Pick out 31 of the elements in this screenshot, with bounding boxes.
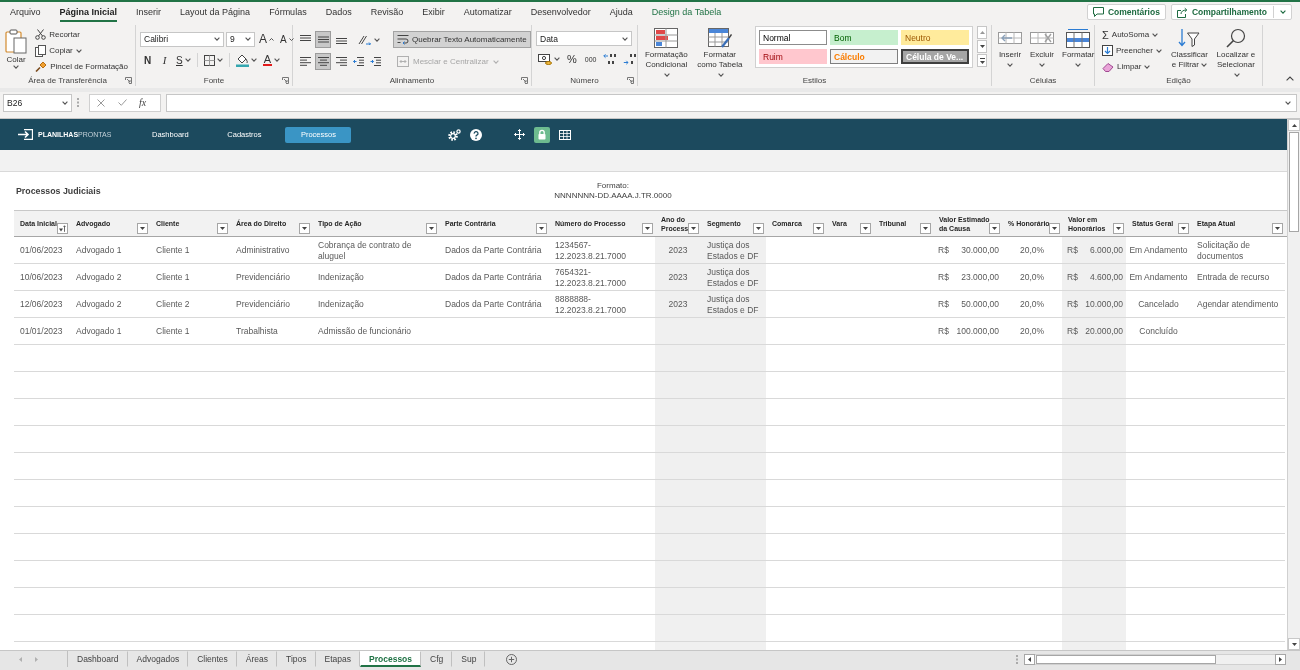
- table-cell-text: Agendar atendimento: [1196, 298, 1280, 312]
- table-cell-text: Em Andamento: [1128, 244, 1189, 258]
- table-cell-text: 2023: [667, 244, 689, 258]
- table-cell-text: Em Andamento: [1128, 271, 1189, 285]
- table-cell: 6.000,00: [1089, 245, 1123, 256]
- group-label: Células: [1029, 75, 1057, 85]
- group-label: Estilos: [802, 75, 827, 85]
- currency-symbol: R$: [1067, 245, 1078, 256]
- table-cell-text: Entrada de recurso: [1196, 271, 1271, 285]
- table-cell: 10.000,00: [1085, 299, 1123, 310]
- table-cell: 20.000,00: [1085, 326, 1123, 337]
- table-cell: 4.600,00: [1089, 272, 1123, 283]
- currency-symbol: R$: [1067, 326, 1078, 337]
- currency-symbol: R$: [1067, 272, 1078, 283]
- sheet-title: Processos Judiciais: [16, 186, 101, 196]
- table-cell-text: 2023: [667, 298, 689, 312]
- table-cell-text: Cancelado: [1137, 298, 1180, 312]
- table-cell-text: Justiça dos Estados e DF: [706, 266, 760, 290]
- format-pattern: NNNNNNN-DD.AAAA.J.TR.0000: [554, 191, 672, 201]
- group-label: Alinhamento: [389, 75, 435, 85]
- format-label: Formato:: [597, 181, 629, 191]
- currency-symbol: R$: [1067, 299, 1078, 310]
- table-cell-text: 2023: [667, 271, 689, 285]
- group-label: Número: [570, 75, 599, 85]
- table-cell-text: Concluído: [1138, 325, 1179, 339]
- table-cell-text: Justiça dos Estados e DF: [706, 239, 760, 263]
- group-label: Fonte: [203, 75, 225, 85]
- group-label: Área de Transferência: [28, 75, 107, 85]
- group-label: Edição: [1166, 75, 1191, 85]
- table-cell-text: Justiça dos Estados e DF: [706, 293, 760, 317]
- table-cell-text: Solicitação de documentos: [1196, 239, 1251, 263]
